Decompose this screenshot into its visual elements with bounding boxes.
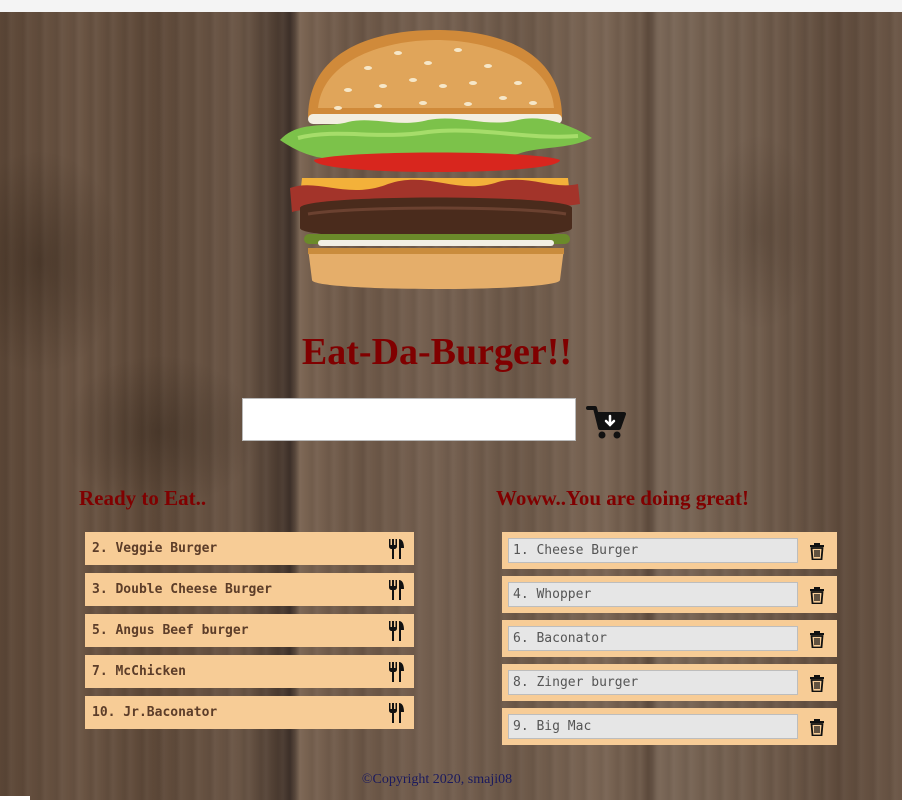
burger-name: 10. Jr.Baconator — [92, 705, 218, 720]
burger-name: 5. Angus Beef burger — [92, 623, 249, 638]
burger-name-input[interactable] — [242, 398, 576, 441]
burger-name-field: 4. Whopper — [508, 582, 798, 607]
burger-name-field: 8. Zinger burger — [508, 670, 798, 695]
utensils-icon[interactable] — [388, 579, 404, 600]
list-item: 8. Zinger burger — [502, 664, 837, 701]
utensils-icon[interactable] — [388, 538, 404, 559]
utensils-icon[interactable] — [388, 661, 404, 682]
cart-plus-icon[interactable] — [586, 404, 626, 440]
trash-icon[interactable] — [809, 542, 825, 560]
list-item: 2. Veggie Burger — [85, 532, 414, 565]
list-item: 7. McChicken — [85, 655, 414, 688]
list-item: 3. Double Cheese Burger — [85, 573, 414, 606]
burger-name-field: 9. Big Mac — [508, 714, 798, 739]
burger-name: 3. Double Cheese Burger — [92, 582, 273, 597]
list-item: 1. Cheese Burger — [502, 532, 837, 569]
trash-icon[interactable] — [809, 630, 825, 648]
utensils-icon[interactable] — [388, 702, 404, 723]
burger-name-field: 1. Cheese Burger — [508, 538, 798, 563]
ready-to-eat-list: 2. Veggie Burger 3. Double Cheese Burger… — [85, 532, 414, 737]
burger-name: 7. McChicken — [92, 664, 186, 679]
trash-icon[interactable] — [809, 586, 825, 604]
burger-image — [280, 30, 592, 289]
ready-to-eat-heading: Ready to Eat.. — [79, 486, 207, 510]
devoured-list: 1. Cheese Burger 4. Whopper 6. Baconator… — [502, 532, 837, 752]
list-item: 6. Baconator — [502, 620, 837, 657]
list-item: 5. Angus Beef burger — [85, 614, 414, 647]
list-item: 9. Big Mac — [502, 708, 837, 745]
devoured-heading: Woww..You are doing great! — [496, 486, 749, 510]
copyright-footer: ©Copyright 2020, smaji08 — [361, 772, 513, 787]
burger-name-field: 6. Baconator — [508, 626, 798, 651]
list-item: 10. Jr.Baconator — [85, 696, 414, 729]
utensils-icon[interactable] — [388, 620, 404, 641]
list-item: 4. Whopper — [502, 576, 837, 613]
bottom-edge — [0, 796, 30, 800]
trash-icon[interactable] — [809, 718, 825, 736]
burger-name: 2. Veggie Burger — [92, 541, 218, 556]
trash-icon[interactable] — [809, 674, 825, 692]
page-title: Eat-Da-Burger!! — [301, 331, 573, 373]
